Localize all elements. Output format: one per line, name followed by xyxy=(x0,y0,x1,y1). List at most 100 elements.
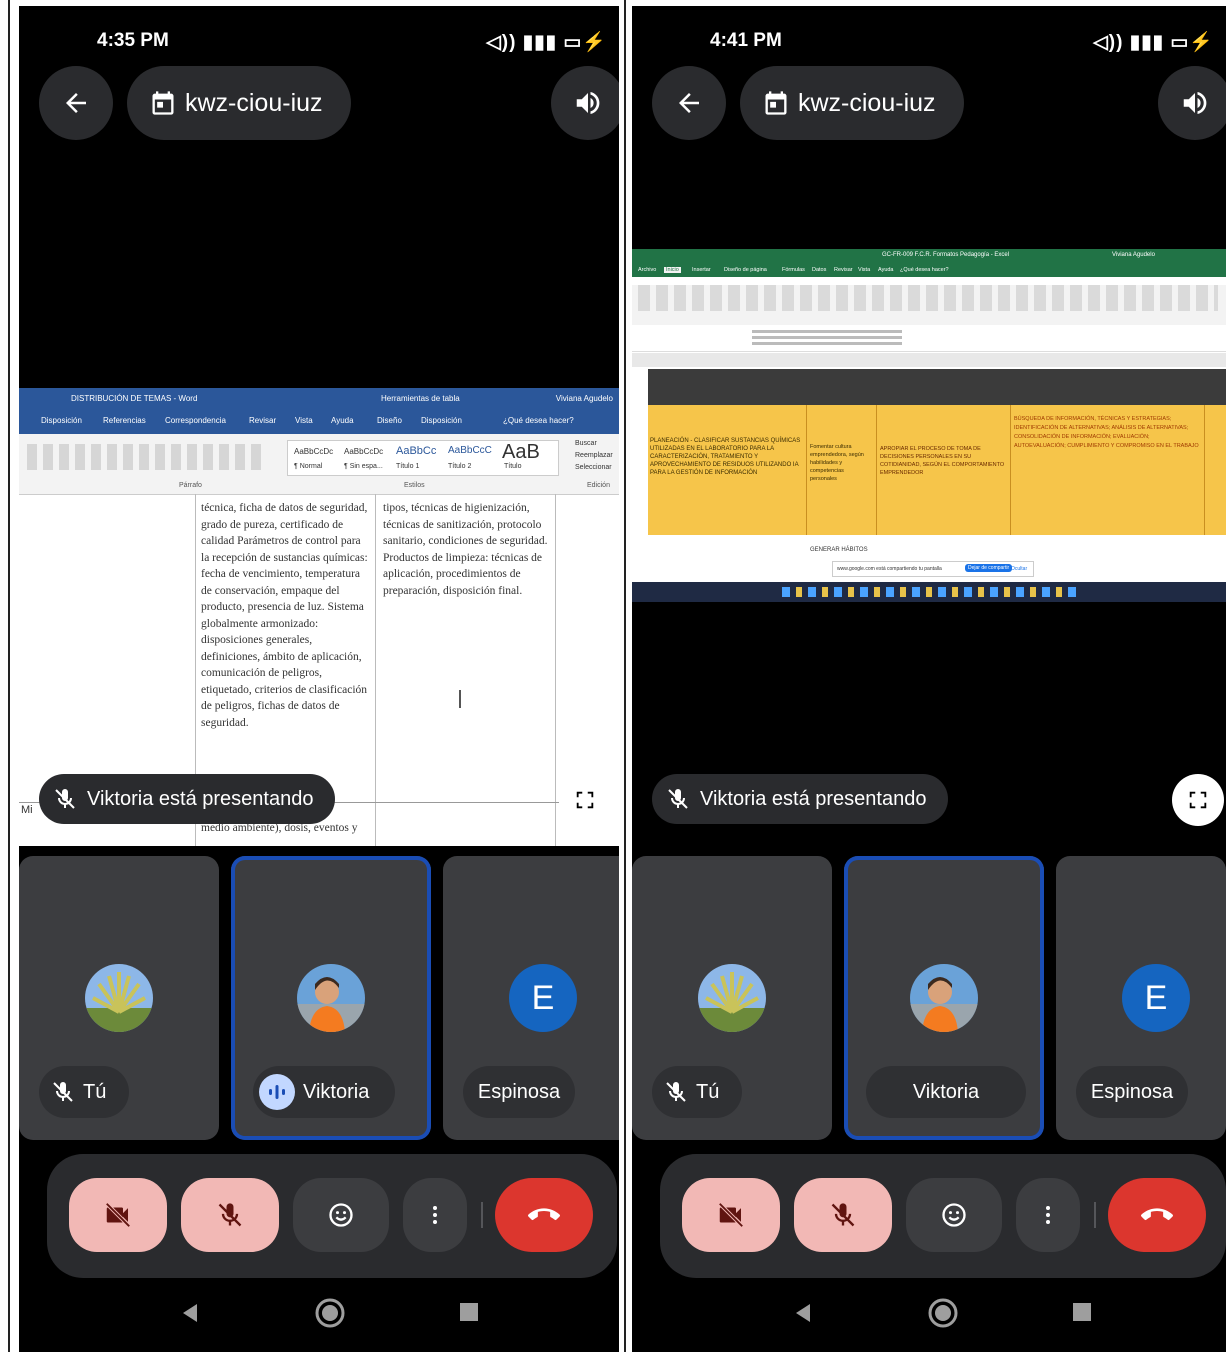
shared-screen-excel[interactable]: GC-FR-009 F.C.R. Formatos Pedagogía - Ex… xyxy=(632,249,1226,602)
call-controls xyxy=(47,1154,617,1278)
word-menu-item[interactable]: Vista xyxy=(295,416,313,425)
camera-toggle-button[interactable] xyxy=(682,1178,780,1252)
participant-tile-viktoria[interactable]: Viktoria xyxy=(231,856,431,1140)
share-notification-bar: www.google.com está compartiendo tu pant… xyxy=(832,561,1034,577)
ribbon-edit[interactable]: Buscar xyxy=(575,440,597,447)
meeting-code-pill[interactable]: kwz-ciou-iuz xyxy=(127,66,351,140)
excel-menu-item[interactable]: Revisar xyxy=(834,267,853,273)
plant-photo-icon xyxy=(85,964,153,1032)
avatar xyxy=(698,964,766,1032)
word-menu-item[interactable]: Revisar xyxy=(249,416,276,425)
excel-cell-border xyxy=(1010,405,1011,535)
presenting-banner: Viktoria está presentando xyxy=(652,774,948,824)
excel-menu-item[interactable]: Datos xyxy=(812,267,826,273)
style-titulo-2[interactable]: AaBbCcC xyxy=(448,445,492,456)
excel-menu-item[interactable]: Fórmulas xyxy=(782,267,805,273)
word-window-title: DISTRIBUCIÓN DE TEMAS - Word xyxy=(71,394,198,403)
excel-menu-item[interactable]: Vista xyxy=(858,267,870,273)
excel-cell[interactable]: APROPIAR EL PROCESO DE TOMA DE DECISIONE… xyxy=(880,445,1008,477)
hangup-button[interactable] xyxy=(1108,1178,1206,1252)
nav-recents-icon[interactable] xyxy=(1072,1302,1092,1322)
more-options-button[interactable] xyxy=(1016,1178,1080,1252)
plant-photo-icon xyxy=(698,964,766,1032)
ribbon-edit[interactable]: Reemplazar xyxy=(575,452,613,459)
style-normal[interactable]: AaBbCcDc xyxy=(294,447,333,456)
word-user: Viviana Agudelo xyxy=(555,394,613,403)
participant-name: Espinosa xyxy=(1090,1080,1174,1103)
word-menu-item[interactable]: Ayuda xyxy=(331,416,354,425)
participant-tile-viktoria[interactable]: Viktoria xyxy=(844,856,1044,1140)
excel-menu-item[interactable]: ¿Qué desea hacer? xyxy=(900,267,949,273)
participant-tile-you[interactable]: Tú xyxy=(632,856,832,1140)
ribbon-group-label: Párrafo xyxy=(179,482,202,489)
participant-name-pill: Espinosa xyxy=(1076,1066,1188,1118)
presenting-label: Viktoria está presentando xyxy=(87,787,314,810)
emoji-icon xyxy=(942,1203,966,1227)
fullscreen-button[interactable] xyxy=(1172,774,1224,826)
nav-recents-icon[interactable] xyxy=(459,1302,479,1322)
camera-toggle-button[interactable] xyxy=(69,1178,167,1252)
participant-name: Viktoria xyxy=(912,1080,980,1103)
participant-tile-espinosa[interactable]: E Espinosa xyxy=(1056,856,1226,1140)
excel-cell[interactable]: BÚSQUEDA DE INFORMACIÓN, TÉCNICAS Y ESTR… xyxy=(1014,415,1202,451)
ribbon-font-tools[interactable] xyxy=(27,444,267,470)
excel-menu-item[interactable]: Archivo xyxy=(638,267,656,273)
excel-yellow-row: PLANEACIÓN - CLASIFICAR SUSTANCIAS QUÍMI… xyxy=(648,405,1226,535)
speaker-icon xyxy=(576,92,600,114)
back-button[interactable] xyxy=(39,66,113,140)
excel-tabs: Archivo Inicio Insertar Diseño de página… xyxy=(632,263,1226,277)
excel-cell[interactable]: GENERAR HÁBITOS xyxy=(810,547,868,553)
excel-ribbon-tools[interactable] xyxy=(638,285,1218,311)
excel-cell[interactable]: PLANEACIÓN - CLASIFICAR SUSTANCIAS QUÍMI… xyxy=(650,437,804,477)
speaker-button[interactable] xyxy=(1158,66,1226,140)
word-menu-item[interactable]: Disposición xyxy=(421,416,462,425)
participant-name-pill: Viktoria xyxy=(253,1066,395,1118)
ribbon-edit[interactable]: Seleccionar xyxy=(575,464,612,471)
back-button[interactable] xyxy=(652,66,726,140)
excel-cell-border xyxy=(1204,405,1205,535)
hide-share-bar-button[interactable]: Ocultar xyxy=(1011,566,1027,572)
excel-cell-border xyxy=(876,405,877,535)
fullscreen-button[interactable] xyxy=(559,774,611,826)
excel-menu-item[interactable]: Insertar xyxy=(692,267,711,273)
excel-menu-item[interactable]: Diseño de página xyxy=(724,267,767,273)
nav-back-icon[interactable] xyxy=(792,1302,814,1324)
presenting-banner: Viktoria está presentando xyxy=(39,774,335,824)
word-style-gallery[interactable]: AaBbCcDc AaBbCcDc AaBbCc AaBbCcC AaB ¶ N… xyxy=(287,440,559,476)
mic-off-icon xyxy=(53,1082,73,1102)
word-menu-item[interactable]: Disposición xyxy=(41,416,82,425)
nav-home-icon[interactable] xyxy=(315,1298,345,1328)
stop-sharing-button[interactable]: Dejar de compartir xyxy=(965,564,1013,572)
style-titulo[interactable]: AaB xyxy=(502,441,540,464)
excel-menu-item[interactable]: Inicio xyxy=(664,267,681,273)
doc-column-1: técnica, ficha de datos de seguridad, gr… xyxy=(201,502,368,729)
word-menu-item[interactable]: Diseño xyxy=(377,416,402,425)
speaker-button[interactable] xyxy=(551,66,619,140)
word-menu-item[interactable]: ¿Qué desea hacer? xyxy=(503,416,574,425)
speaking-indicator-icon xyxy=(259,1074,295,1110)
mic-toggle-button[interactable] xyxy=(181,1178,279,1252)
nav-back-icon[interactable] xyxy=(179,1302,201,1324)
status-bar: 4:41 PM ◁)) ▮▮▮ ▭⚡ xyxy=(632,30,1226,60)
word-menu-item[interactable]: Correspondencia xyxy=(165,416,226,425)
excel-menu-item[interactable]: Ayuda xyxy=(878,267,894,273)
avatar-letter: E xyxy=(1122,964,1190,1032)
style-sin-espaciado[interactable]: AaBbCcDc xyxy=(344,447,383,456)
reactions-button[interactable] xyxy=(293,1178,389,1252)
hangup-button[interactable] xyxy=(495,1178,593,1252)
mic-toggle-button[interactable] xyxy=(794,1178,892,1252)
style-name: Título xyxy=(504,463,522,470)
participant-tile-espinosa[interactable]: E Espinosa xyxy=(443,856,619,1140)
reactions-button[interactable] xyxy=(906,1178,1002,1252)
participant-tile-you[interactable]: Tú xyxy=(19,856,219,1140)
excel-cell[interactable]: Fomentar cultura emprendedora, según hab… xyxy=(810,443,872,483)
frame-border-left xyxy=(8,0,10,1352)
status-icons: ◁)) ▮▮▮ ▭⚡ xyxy=(486,32,607,53)
android-nav-bar xyxy=(632,1278,1226,1352)
more-options-button[interactable] xyxy=(403,1178,467,1252)
style-titulo-1[interactable]: AaBbCc xyxy=(396,445,436,457)
nav-home-icon[interactable] xyxy=(928,1298,958,1328)
excel-window-title: GC-FR-009 F.C.R. Formatos Pedagogía - Ex… xyxy=(882,252,1010,258)
meeting-code-pill[interactable]: kwz-ciou-iuz xyxy=(740,66,964,140)
word-menu-item[interactable]: Referencias xyxy=(103,416,146,425)
